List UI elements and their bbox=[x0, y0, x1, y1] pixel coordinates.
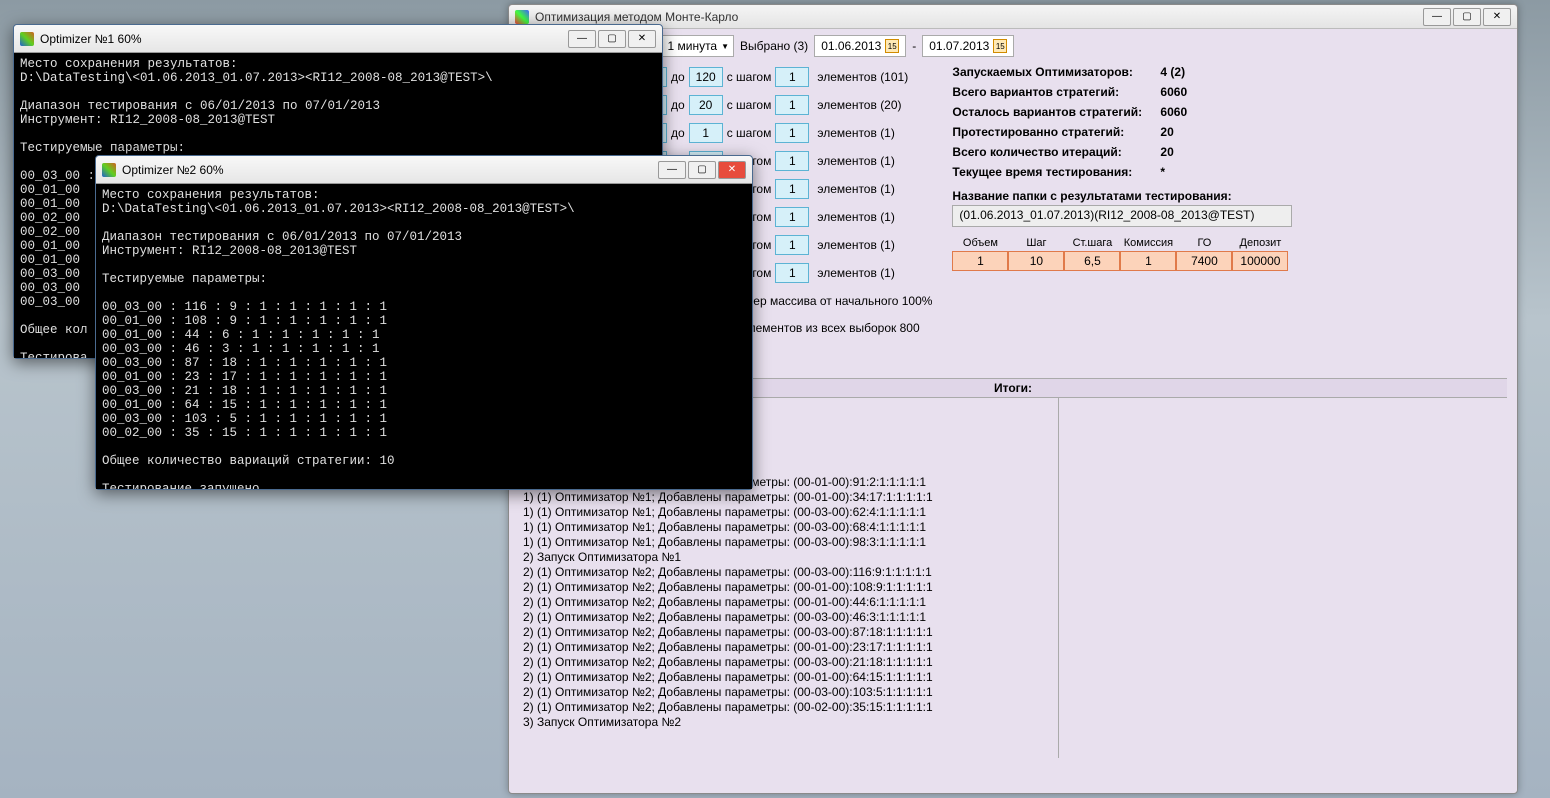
folder-input[interactable]: (01.06.2013_01.07.2013)(RI12_2008-08_201… bbox=[952, 205, 1292, 227]
stat-value: 6060 bbox=[1160, 105, 1187, 119]
close-button[interactable]: ✕ bbox=[628, 30, 656, 48]
stat-row: Протестированно стратегий: 20 bbox=[952, 125, 1292, 139]
folder-label: Название папки с результатами тестирован… bbox=[952, 189, 1292, 203]
console-titlebar-2[interactable]: Optimizer №2 60% — ▢ ✕ bbox=[96, 156, 752, 184]
param-elements-label: элементов (1) bbox=[817, 238, 895, 252]
param-step-input[interactable]: 1 bbox=[775, 67, 809, 87]
stat-row: Всего вариантов стратегий: 6060 bbox=[952, 85, 1292, 99]
param-elements-label: элементов (1) bbox=[817, 210, 895, 224]
console2-title: Optimizer №2 60% bbox=[122, 163, 658, 177]
stat-row: Текущее время тестирования: * bbox=[952, 165, 1292, 179]
header-col: Шаг bbox=[1008, 235, 1064, 251]
header-col: Объем bbox=[952, 235, 1008, 251]
log-line: 2) (1) Оптимизатор №2; Добавлены парамет… bbox=[523, 640, 1054, 655]
log-line: 2) (1) Оптимизатор №2; Добавлены парамет… bbox=[523, 595, 1054, 610]
stat-row: Всего количество итераций: 20 bbox=[952, 145, 1292, 159]
stat-label: Всего количество итераций: bbox=[952, 145, 1152, 159]
stat-value: * bbox=[1160, 165, 1165, 179]
results-pane bbox=[1059, 398, 1507, 758]
header-val-input[interactable]: 6,5 bbox=[1064, 251, 1120, 271]
param-step-input[interactable]: 1 bbox=[775, 207, 809, 227]
param-elements-label: элементов (1) bbox=[817, 126, 895, 140]
maximize-button[interactable]: ▢ bbox=[598, 30, 626, 48]
param-step-input[interactable]: 1 bbox=[775, 151, 809, 171]
param-step-input[interactable]: 1 bbox=[775, 123, 809, 143]
param-step-input[interactable]: 1 bbox=[775, 95, 809, 115]
console1-title: Optimizer №1 60% bbox=[40, 32, 568, 46]
param-elements-label: элементов (20) bbox=[817, 98, 901, 112]
param-step-input[interactable]: 1 bbox=[775, 235, 809, 255]
app-icon bbox=[515, 10, 529, 24]
header-col: Комиссия bbox=[1120, 235, 1176, 251]
header-val-input[interactable]: 7400 bbox=[1176, 251, 1232, 271]
header-col: ГО bbox=[1176, 235, 1232, 251]
header-val-input[interactable]: 100000 bbox=[1232, 251, 1288, 271]
log-line: 2) (1) Оптимизатор №2; Добавлены парамет… bbox=[523, 685, 1054, 700]
log-line: 2) (1) Оптимизатор №2; Добавлены парамет… bbox=[523, 670, 1054, 685]
minimize-button[interactable]: — bbox=[1423, 8, 1451, 26]
console-titlebar-1[interactable]: Optimizer №1 60% — ▢ ✕ bbox=[14, 25, 662, 53]
close-button[interactable]: ✕ bbox=[1483, 8, 1511, 26]
maximize-button[interactable]: ▢ bbox=[1453, 8, 1481, 26]
window-title: Оптимизация методом Монте-Карло bbox=[535, 10, 1423, 24]
stat-label: Текущее время тестирования: bbox=[952, 165, 1152, 179]
header-col: Ст.шага bbox=[1064, 235, 1120, 251]
header-val-input[interactable]: 10 bbox=[1008, 251, 1064, 271]
chevron-down-icon: ▼ bbox=[721, 42, 729, 51]
log-line: 2) (1) Оптимизатор №2; Добавлены парамет… bbox=[523, 625, 1054, 640]
param-step-input[interactable]: 1 bbox=[775, 263, 809, 283]
stat-value: 4 (2) bbox=[1160, 65, 1185, 79]
param-elements-label: элементов (1) bbox=[817, 266, 895, 280]
log-line: 1) (1) Оптимизатор №1; Добавлены парамет… bbox=[523, 535, 1054, 550]
param-step-input[interactable]: 1 bbox=[775, 179, 809, 199]
log-line: 2) (1) Оптимизатор №2; Добавлены парамет… bbox=[523, 700, 1054, 715]
log-line: 2) (1) Оптимизатор №2; Добавлены парамет… bbox=[523, 580, 1054, 595]
log-line: 1) (1) Оптимизатор №1; Добавлены парамет… bbox=[523, 490, 1054, 505]
stat-value: 20 bbox=[1160, 125, 1173, 139]
maximize-button[interactable]: ▢ bbox=[688, 161, 716, 179]
date-from-input[interactable]: 01.06.2013 15 bbox=[814, 35, 906, 57]
log-line: 2) (1) Оптимизатор №2; Добавлены парамет… bbox=[523, 610, 1054, 625]
log-line: 2) (1) Оптимизатор №2; Добавлены парамет… bbox=[523, 655, 1054, 670]
minimize-button[interactable]: — bbox=[568, 30, 596, 48]
stat-value: 6060 bbox=[1160, 85, 1187, 99]
stat-label: Запускаемых Оптимизаторов: bbox=[952, 65, 1152, 79]
param-to-input[interactable]: 1 bbox=[689, 123, 723, 143]
log-line: 1) (1) Оптимизатор №1; Добавлены парамет… bbox=[523, 520, 1054, 535]
log-line: 1) (1) Оптимизатор №1; Добавлены парамет… bbox=[523, 505, 1054, 520]
header-val-input[interactable]: 1 bbox=[1120, 251, 1176, 271]
calendar-icon: 15 bbox=[885, 39, 899, 53]
param-to-input[interactable]: 120 bbox=[689, 67, 723, 87]
console-icon bbox=[102, 163, 116, 177]
console-window-2: Optimizer №2 60% — ▢ ✕ Место сохранения … bbox=[95, 155, 753, 490]
close-button[interactable]: ✕ bbox=[718, 161, 746, 179]
header-val-input[interactable]: 1 bbox=[952, 251, 1008, 271]
console2-body: Место сохранения результатов: D:\DataTes… bbox=[96, 184, 752, 489]
log-line: 2) Запуск Оптимизатора №1 bbox=[523, 550, 1054, 565]
header-col: Депозит bbox=[1232, 235, 1288, 251]
log-line: 3) Запуск Оптимизатора №2 bbox=[523, 715, 1054, 730]
console-icon bbox=[20, 32, 34, 46]
interval-label: 1 минута bbox=[667, 39, 717, 53]
stat-label: Всего вариантов стратегий: bbox=[952, 85, 1152, 99]
log-line: 2) (1) Оптимизатор №2; Добавлены парамет… bbox=[523, 565, 1054, 580]
param-elements-label: элементов (1) bbox=[817, 154, 895, 168]
date-to-input[interactable]: 01.07.2013 15 bbox=[922, 35, 1014, 57]
calendar-icon: 15 bbox=[993, 39, 1007, 53]
param-elements-label: элементов (1) bbox=[817, 182, 895, 196]
stat-label: Протестированно стратегий: bbox=[952, 125, 1152, 139]
param-elements-label: элементов (101) bbox=[817, 70, 908, 84]
selected-label: Выбрано (3) bbox=[740, 39, 808, 53]
stat-label: Осталось вариантов стратегий: bbox=[952, 105, 1152, 119]
stat-row: Осталось вариантов стратегий: 6060 bbox=[952, 105, 1292, 119]
stat-value: 20 bbox=[1160, 145, 1173, 159]
minimize-button[interactable]: — bbox=[658, 161, 686, 179]
param-to-input[interactable]: 20 bbox=[689, 95, 723, 115]
stat-row: Запускаемых Оптимизаторов: 4 (2) bbox=[952, 65, 1292, 79]
